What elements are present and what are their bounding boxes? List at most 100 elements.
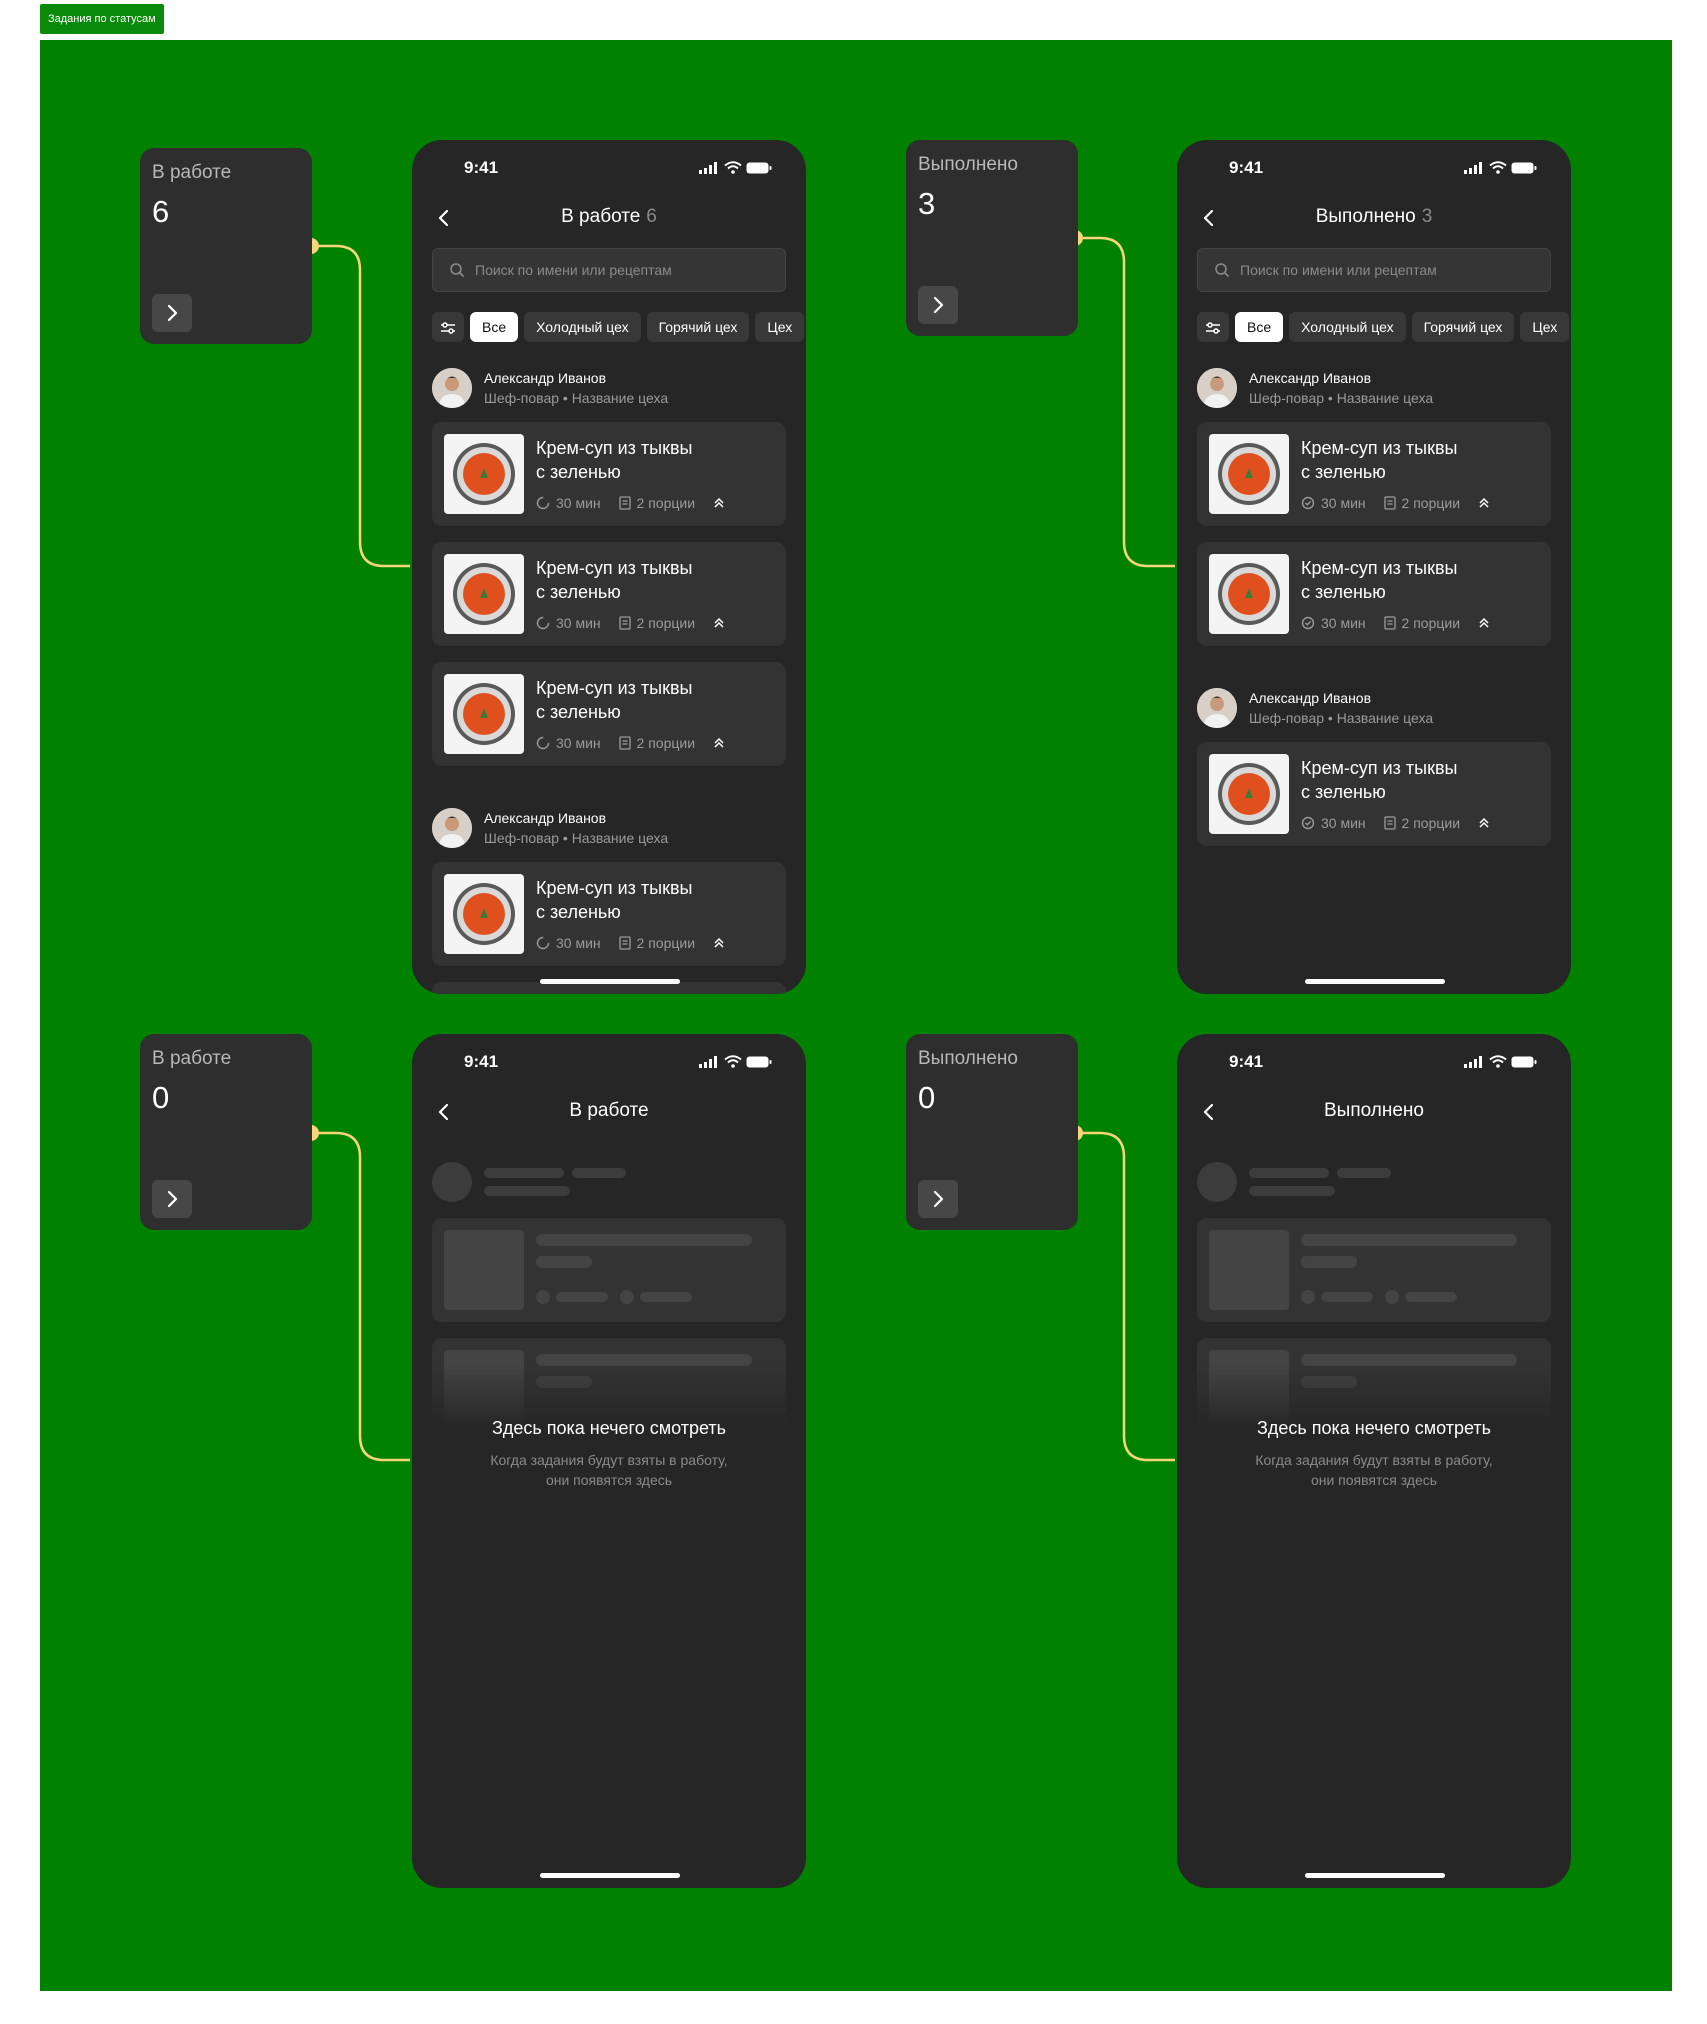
home-indicator bbox=[540, 979, 680, 984]
chef-name: Александр Иванов bbox=[1249, 370, 1372, 386]
task-card[interactable]: Крем-суп из тыквы с зеленью 30 мин 2 порц… bbox=[432, 542, 786, 646]
task-meta: 30 мин 2 порции bbox=[536, 734, 731, 751]
task-card[interactable]: Крем-суп из тыквы с зеленью 30 мин 2 порц… bbox=[432, 862, 786, 966]
chip-hot-shop[interactable]: Горячий цех bbox=[1411, 312, 1515, 342]
task-title: Крем-суп из тыквы с зеленью bbox=[536, 558, 693, 602]
task-time: 30 мин bbox=[556, 495, 601, 512]
open-button[interactable] bbox=[152, 1180, 192, 1218]
home-indicator bbox=[540, 1873, 680, 1878]
dish-image bbox=[1209, 434, 1289, 514]
task-meta: 30 мин 2 порции bbox=[1301, 814, 1496, 831]
home-indicator bbox=[1305, 979, 1445, 984]
task-title: Крем-суп из тыквы с зеленью bbox=[536, 678, 693, 722]
nav-bar: Выполнено 3 bbox=[1177, 200, 1571, 236]
signal-icon bbox=[699, 1056, 718, 1068]
phone-done: 9:41 Выполнено 3 Поиск по имени или рецеп… bbox=[1177, 140, 1571, 994]
phone-in-progress-empty: 9:41 В работе Здесь пока нечего смотреть… bbox=[412, 1034, 806, 1888]
dish-image bbox=[444, 434, 524, 514]
task-title: Крем-суп из тыквы с зеленью bbox=[536, 438, 693, 482]
chip-hot-shop[interactable]: Горячий цех bbox=[646, 312, 750, 342]
avatar bbox=[432, 808, 472, 848]
task-portions: 2 порции bbox=[636, 615, 696, 632]
search-placeholder: Поиск по имени или рецептам bbox=[475, 262, 672, 278]
task-card[interactable]: Крем-суп из тыквы с зеленью 30 мин 2 порц… bbox=[432, 662, 786, 766]
task-time: 30 мин bbox=[1321, 495, 1366, 512]
task-meta: 30 мин 2 порции bbox=[536, 494, 731, 511]
wifi-icon bbox=[1488, 161, 1507, 174]
status-card-in-progress-empty[interactable]: В работе 0 bbox=[140, 1034, 312, 1230]
chef-header: Александр Иванов Шеф-повар • Название це… bbox=[1197, 686, 1551, 730]
chip-cold-shop[interactable]: Холодный цех bbox=[524, 312, 641, 342]
recipe-icon bbox=[618, 936, 631, 950]
chip-all[interactable]: Все bbox=[1235, 312, 1284, 342]
task-time: 30 мин bbox=[556, 935, 601, 952]
card-count: 0 bbox=[918, 1080, 936, 1115]
card-count: 0 bbox=[152, 1080, 170, 1115]
status-card-done[interactable]: Выполнено 3 bbox=[906, 140, 1078, 336]
status-bar: 9:41 bbox=[1177, 158, 1571, 182]
priority-icon bbox=[714, 738, 724, 748]
chef-role: Шеф-повар • Название цеха bbox=[484, 830, 669, 846]
task-time: 30 мин bbox=[556, 735, 601, 752]
clock: 9:41 bbox=[464, 1052, 499, 1071]
nav-bar: В работе 6 bbox=[412, 200, 806, 236]
open-button[interactable] bbox=[152, 294, 192, 332]
battery-icon bbox=[746, 162, 772, 174]
task-card[interactable]: Крем-суп из тыквы с зеленью 30 мин 2 порц… bbox=[1197, 422, 1551, 526]
search-input[interactable]: Поиск по имени или рецептам bbox=[432, 248, 786, 292]
chip-more[interactable]: Цех bbox=[1520, 312, 1570, 342]
task-time: 30 мин bbox=[1321, 815, 1366, 832]
task-title: Крем-суп из тыквы с зеленью bbox=[1301, 558, 1458, 602]
battery-icon bbox=[1511, 1056, 1537, 1068]
nav-bar: Выполнено bbox=[1177, 1094, 1571, 1130]
chevron-right-icon bbox=[933, 296, 944, 314]
check-circle-icon bbox=[1301, 497, 1315, 510]
recipe-icon bbox=[618, 736, 631, 750]
clock: 9:41 bbox=[1229, 1052, 1264, 1071]
task-meta: 30 мин 2 порции bbox=[536, 934, 731, 951]
page-title: Выполнено 3 bbox=[1315, 206, 1433, 227]
battery-icon bbox=[746, 1056, 772, 1068]
chip-all[interactable]: Все bbox=[470, 312, 519, 342]
signal-icon bbox=[699, 162, 718, 174]
recipe-icon bbox=[1383, 496, 1396, 510]
check-circle-icon bbox=[1301, 817, 1315, 830]
search-input[interactable]: Поиск по имени или рецептам bbox=[1197, 248, 1551, 292]
open-button[interactable] bbox=[918, 286, 958, 324]
status-bar: 9:41 bbox=[412, 158, 806, 182]
empty-state-subtitle: Когда задания будут взяты в работу, они п… bbox=[490, 1452, 728, 1488]
chef-name: Александр Иванов bbox=[484, 370, 607, 386]
status-bar: 9:41 bbox=[1177, 1052, 1571, 1076]
avatar bbox=[1197, 368, 1237, 408]
dish-image bbox=[444, 554, 524, 634]
spinner-icon bbox=[536, 737, 550, 750]
chip-cold-shop[interactable]: Холодный цех bbox=[1289, 312, 1406, 342]
chevron-right-icon bbox=[167, 304, 178, 322]
title-count: 3 bbox=[1421, 206, 1433, 227]
chef-role: Шеф-повар • Название цеха bbox=[484, 390, 669, 406]
recipe-icon bbox=[1383, 816, 1396, 830]
task-portions: 2 порции bbox=[1401, 495, 1461, 512]
task-time: 30 мин bbox=[556, 615, 601, 632]
avatar bbox=[1197, 688, 1237, 728]
filter-settings-button[interactable] bbox=[1197, 312, 1229, 342]
task-card[interactable]: Крем-суп из тыквы с зеленью 30 мин 2 порц… bbox=[1197, 542, 1551, 646]
page-title: В работе bbox=[569, 1100, 649, 1121]
status-card-in-progress[interactable]: В работе 6 bbox=[140, 148, 312, 344]
card-title: В работе bbox=[152, 162, 232, 183]
task-card[interactable]: Крем-суп из тыквы с зеленью 30 мин 2 порц… bbox=[1197, 742, 1551, 846]
task-card[interactable]: Крем-суп из тыквы с зеленью 30 мин 2 порц… bbox=[432, 422, 786, 526]
status-card-done-empty[interactable]: Выполнено 0 bbox=[906, 1034, 1078, 1230]
open-button[interactable] bbox=[918, 1180, 958, 1218]
signal-icon bbox=[1464, 1056, 1483, 1068]
task-portions: 2 порции bbox=[636, 495, 696, 512]
priority-icon bbox=[714, 938, 724, 948]
priority-icon bbox=[1479, 818, 1489, 828]
recipe-icon bbox=[1383, 616, 1396, 630]
priority-icon bbox=[1479, 498, 1489, 508]
status-icons bbox=[1464, 1055, 1537, 1073]
task-meta: 30 мин 2 порции bbox=[1301, 614, 1496, 631]
chip-more[interactable]: Цех bbox=[755, 312, 805, 342]
check-circle-icon bbox=[1301, 617, 1315, 630]
filter-settings-button[interactable] bbox=[432, 312, 464, 342]
